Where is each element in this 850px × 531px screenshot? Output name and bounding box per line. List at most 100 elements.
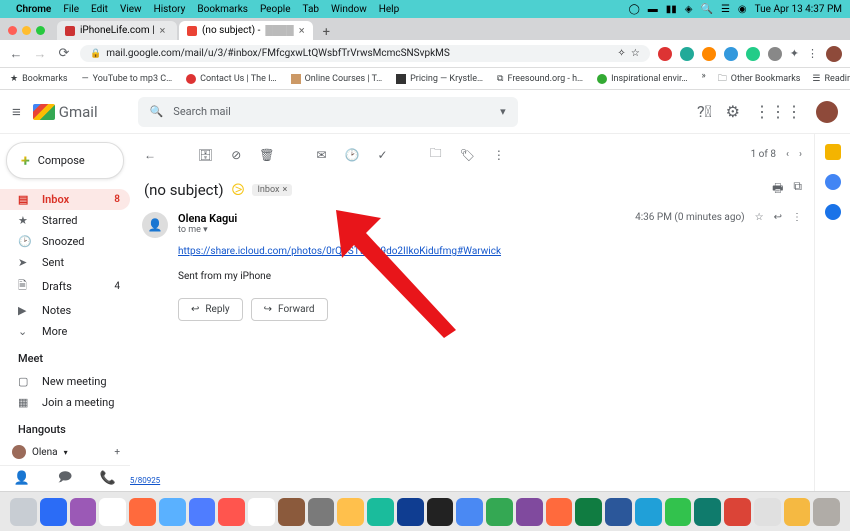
back-icon[interactable]: ← <box>144 148 156 162</box>
bookmark-item[interactable]: Contact Us | The I… <box>186 74 276 84</box>
gmail-logo[interactable]: Gmail <box>33 103 98 121</box>
dock-app-icon[interactable] <box>813 498 840 526</box>
label-chip[interactable]: Inbox× <box>252 184 292 196</box>
clock[interactable]: Tue Apr 13 4:37 PM <box>755 4 842 15</box>
status-icon[interactable]: ◯ <box>629 4 640 15</box>
sidebar-item-starred[interactable]: ★Starred <box>0 210 130 231</box>
profile-avatar[interactable] <box>826 46 842 62</box>
recipient-line[interactable]: to me ▾ <box>178 225 237 235</box>
control-center-icon[interactable]: ☰ <box>721 4 730 15</box>
search-input[interactable]: 🔍 Search mail ▾ <box>138 97 518 127</box>
next-icon[interactable]: › <box>799 149 802 160</box>
support-icon[interactable]: ?⃝ <box>697 102 712 121</box>
search-options-icon[interactable]: ▾ <box>500 105 506 118</box>
bookmark-item[interactable]: ★Bookmarks <box>10 74 68 84</box>
dock-app-icon[interactable] <box>397 498 424 526</box>
dock-app-icon[interactable] <box>159 498 186 526</box>
menubar-window[interactable]: Window <box>331 4 367 15</box>
dock-app-icon[interactable] <box>605 498 632 526</box>
dock-app-icon[interactable] <box>427 498 454 526</box>
dock-app-icon[interactable] <box>486 498 513 526</box>
account-avatar[interactable] <box>816 101 838 123</box>
meet-join[interactable]: ▦Join a meeting <box>0 392 130 413</box>
icloud-share-link[interactable]: https://share.icloud.com/photos/0rQoSTt6… <box>178 246 501 257</box>
extension-icon[interactable] <box>724 47 738 61</box>
dock-app-icon[interactable] <box>10 498 37 526</box>
bookmark-item[interactable]: Online Courses | T… <box>291 74 383 84</box>
dock-app-icon[interactable] <box>248 498 275 526</box>
extension-icon[interactable] <box>768 47 782 61</box>
menubar-edit[interactable]: Edit <box>91 4 108 15</box>
siri-icon[interactable]: ◉ <box>738 4 747 15</box>
reading-list[interactable]: ☰Reading List <box>812 71 850 87</box>
sidebar-item-snoozed[interactable]: 🕑Snoozed <box>0 231 130 252</box>
search-icon[interactable]: 🔍 <box>701 4 713 15</box>
star-icon[interactable]: ☆ <box>631 48 640 59</box>
dock-app-icon[interactable] <box>129 498 156 526</box>
dock-app-icon[interactable] <box>99 498 126 526</box>
dock-app-icon[interactable] <box>635 498 662 526</box>
snooze-icon[interactable]: 🕑 <box>345 148 360 162</box>
calendar-app-icon[interactable] <box>825 144 841 160</box>
extension-icon[interactable] <box>658 47 672 61</box>
menubar-app[interactable]: Chrome <box>16 4 51 15</box>
tab-gmail[interactable]: (no subject) - ████ × <box>179 21 313 40</box>
more-icon[interactable]: ⋮ <box>493 148 505 162</box>
extension-icon[interactable] <box>702 47 716 61</box>
dock-app-icon[interactable] <box>754 498 781 526</box>
move-icon[interactable]: 🗀 <box>430 144 442 165</box>
phone-icon[interactable]: 📞 <box>100 471 116 486</box>
extension-icon[interactable] <box>680 47 694 61</box>
keep-app-icon[interactable] <box>825 174 841 190</box>
overflow-icon[interactable]: » <box>702 71 706 87</box>
tab-iphonelife[interactable]: iPhoneLife.com | × <box>57 21 177 40</box>
bookmark-item[interactable]: —YouTube to mp3 C… <box>82 74 173 84</box>
reply-button[interactable]: ↩Reply <box>178 298 243 321</box>
dock-app-icon[interactable] <box>218 498 245 526</box>
popout-icon[interactable]: ⧉ <box>793 179 802 200</box>
dock-app-icon[interactable] <box>456 498 483 526</box>
dock-app-icon[interactable] <box>546 498 573 526</box>
print-icon[interactable]: 🖶 <box>772 179 783 200</box>
menubar-file[interactable]: File <box>63 4 79 15</box>
dock-app-icon[interactable] <box>665 498 692 526</box>
extension-icon[interactable] <box>746 47 760 61</box>
dock-app-icon[interactable] <box>575 498 602 526</box>
star-icon[interactable]: ☆ <box>755 212 764 223</box>
sidebar-item-more[interactable]: ⌄More <box>0 321 130 342</box>
unread-icon[interactable]: ✉ <box>317 148 327 162</box>
plus-icon[interactable]: + <box>114 447 120 458</box>
bookmark-item[interactable]: Pricing — Krystle… <box>396 74 483 84</box>
menubar-bookmarks[interactable]: Bookmarks <box>197 4 248 15</box>
flag-icon[interactable]: ▬ <box>648 4 658 15</box>
window-controls[interactable] <box>8 26 45 35</box>
chrome-menu-icon[interactable]: ⋮ <box>807 47 818 60</box>
reply-icon[interactable]: ↩ <box>774 212 782 223</box>
sidebar-item-inbox[interactable]: ▤ Inbox 8 <box>0 189 130 210</box>
dock-app-icon[interactable] <box>70 498 97 526</box>
back-button[interactable]: ← <box>8 46 24 62</box>
new-tab-button[interactable]: + <box>315 25 338 40</box>
sidebar-item-notes[interactable]: ▶Notes <box>0 300 130 321</box>
spam-icon[interactable]: ⊘ <box>231 148 241 162</box>
compose-button[interactable]: + Compose <box>6 142 124 179</box>
extensions-menu-icon[interactable]: ✦ <box>790 47 799 60</box>
important-icon[interactable]: ⧁ <box>232 180 245 200</box>
menubar-tab[interactable]: Tab <box>303 4 319 15</box>
task-icon[interactable]: ✓ <box>378 148 388 162</box>
chat-icon[interactable]: 🗩 <box>58 468 72 490</box>
tasks-app-icon[interactable] <box>825 204 841 220</box>
forward-button[interactable]: → <box>32 46 48 62</box>
dock-app-icon[interactable] <box>367 498 394 526</box>
battery-icon[interactable]: ▮▮ <box>666 4 677 15</box>
main-menu-icon[interactable]: ≡ <box>12 103 21 121</box>
settings-icon[interactable]: ⚙ <box>726 102 740 121</box>
prev-icon[interactable]: ‹ <box>786 149 789 160</box>
site-info-icon[interactable]: ✧ <box>617 48 625 59</box>
dock-app-icon[interactable] <box>784 498 811 526</box>
menubar-view[interactable]: View <box>120 4 142 15</box>
wifi-icon[interactable]: ◈ <box>685 4 693 15</box>
dock-app-icon[interactable] <box>189 498 216 526</box>
dock-app-icon[interactable] <box>308 498 335 526</box>
dock-app-icon[interactable] <box>337 498 364 526</box>
